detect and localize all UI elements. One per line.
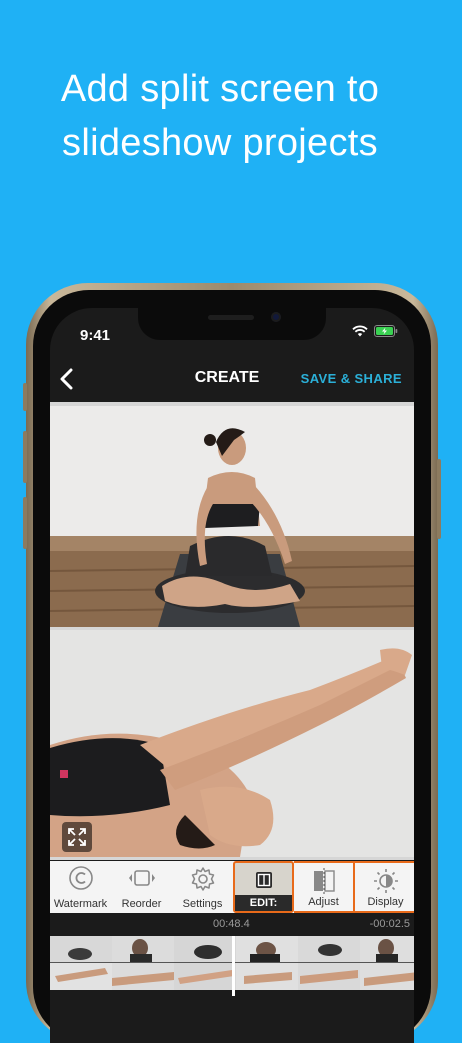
filmstrip-frame	[298, 936, 360, 990]
filmstrip-frame	[236, 936, 298, 990]
timeline-times: 00:48.4 -00:02.5	[50, 915, 414, 935]
reorder-label: Reorder	[121, 898, 162, 910]
reorder-tool[interactable]: Reorder	[111, 861, 172, 913]
save-and-share-button[interactable]: SAVE & SHARE	[301, 371, 402, 386]
mute-switch	[23, 383, 27, 411]
status-icons	[352, 325, 398, 337]
reorder-icon	[128, 870, 155, 886]
timeline-playhead[interactable]	[232, 936, 235, 996]
power-button	[437, 459, 441, 539]
brightness-icon	[373, 869, 398, 893]
display-tool[interactable]: Display	[355, 861, 414, 913]
settings-tool[interactable]: Settings	[172, 861, 233, 913]
page-title-text: CREATE	[194, 369, 260, 386]
headline-line-2: slideshow projects	[62, 122, 378, 164]
headline-line-1: Add split screen to	[60, 68, 380, 110]
edit-split-tool[interactable]: EDIT:	[233, 861, 294, 913]
display-label: Display	[367, 896, 404, 908]
settings-label: Settings	[182, 898, 223, 910]
promo-headline: Add split screen to slideshow projects	[0, 62, 440, 170]
edit-label: EDIT:	[235, 895, 292, 911]
filmstrip-frame	[174, 936, 236, 990]
status-time: 9:41	[80, 327, 111, 344]
split-screen-preview[interactable]	[50, 402, 414, 860]
gear-icon	[191, 867, 214, 891]
front-camera	[271, 312, 281, 322]
phone-frame: 9:41 CREATE SAVE & SHARE Watermark Reord…	[23, 283, 441, 1043]
elapsed-time: 00:48.4	[213, 918, 250, 930]
watermark-tool[interactable]: Watermark	[50, 861, 111, 913]
bottom-split-photo[interactable]	[50, 630, 414, 857]
speaker	[208, 315, 254, 320]
app-screen: 9:41 CREATE SAVE & SHARE Watermark Reord…	[50, 308, 414, 1043]
top-split-photo[interactable]	[50, 406, 414, 627]
volume-up-button	[23, 431, 27, 483]
editing-toolbar: Watermark Reorder Settings EDIT: Adjust …	[50, 861, 414, 913]
filmstrip-frame	[112, 936, 174, 990]
fullscreen-expand-icon[interactable]	[62, 822, 92, 852]
filmstrip-frame	[360, 936, 414, 990]
copyright-icon	[68, 866, 93, 890]
watermark-label: Watermark	[53, 898, 108, 910]
adjust-split-icon	[313, 868, 335, 894]
phone-bezel: 9:41 CREATE SAVE & SHARE Watermark Reord…	[33, 290, 431, 1043]
wifi-icon	[352, 325, 368, 337]
split-screen-icon	[255, 872, 272, 888]
adjust-tool[interactable]: Adjust	[294, 861, 355, 913]
filmstrip-frame	[50, 936, 112, 990]
top-navbar: CREATE SAVE & SHARE	[50, 360, 414, 400]
adjust-label: Adjust	[308, 896, 339, 908]
back-chevron-icon[interactable]	[56, 366, 78, 392]
notch	[138, 308, 326, 340]
battery-charging-icon	[374, 325, 398, 337]
volume-down-button	[23, 497, 27, 549]
remaining-time: -00:02.5	[369, 918, 410, 930]
